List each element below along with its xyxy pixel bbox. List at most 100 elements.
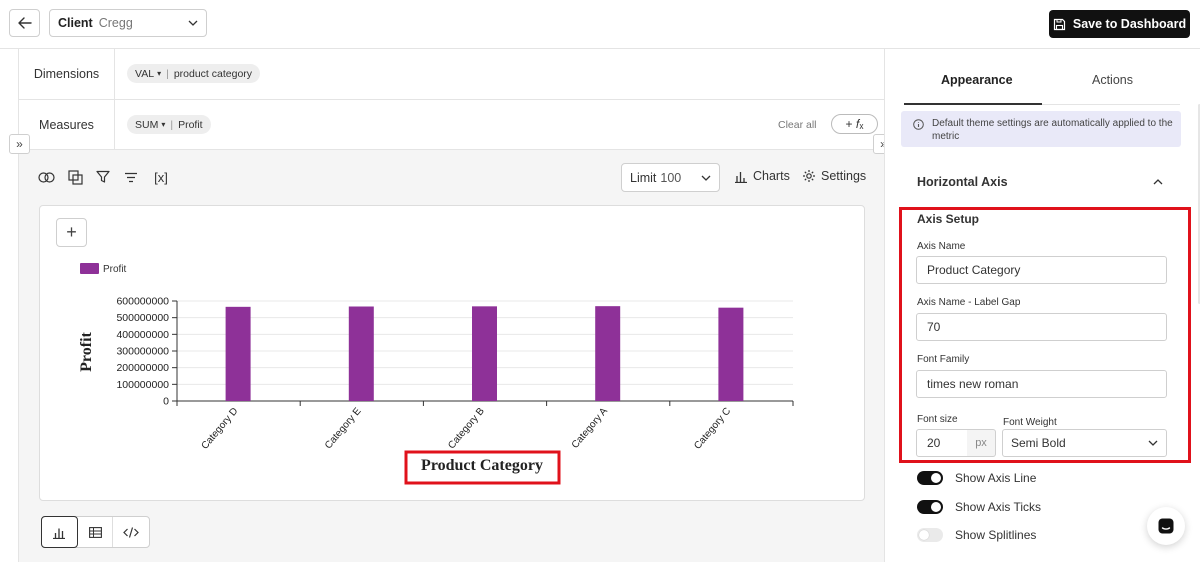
- toggle-show-splitlines[interactable]: Show Splitlines: [917, 528, 1036, 542]
- y-tick-label: 400000000: [116, 329, 169, 341]
- sort-icon[interactable]: [122, 169, 140, 185]
- bar-chart-icon: [53, 528, 66, 539]
- pill-separator: |: [170, 118, 174, 131]
- measure-field: Profit: [178, 118, 203, 131]
- y-tick-label: 0: [163, 396, 169, 408]
- clear-all-link[interactable]: Clear all: [778, 119, 817, 131]
- x-tick-label: Category B: [446, 406, 487, 452]
- font-family-input[interactable]: times new roman: [916, 370, 1167, 398]
- dimensions-label: Dimensions: [19, 49, 115, 99]
- font-family-label: Font Family: [917, 354, 970, 365]
- add-formula-button[interactable]: + 𝑓ₓ: [831, 114, 878, 134]
- font-weight-value: Semi Bold: [1011, 436, 1066, 450]
- axis-name-label: Axis Name: [917, 241, 966, 252]
- settings-label: Settings: [821, 169, 867, 183]
- info-text: Default theme settings are automatically…: [932, 118, 1173, 142]
- client-select[interactable]: Client Cregg: [49, 9, 207, 37]
- save-icon: [1053, 18, 1065, 30]
- chevron-down-icon: [1148, 440, 1158, 446]
- limit-select[interactable]: Limit 100: [621, 163, 720, 192]
- y-axis-title: Profit: [78, 331, 95, 371]
- toggle-label: Show Axis Line: [955, 471, 1037, 485]
- x-tick-label: Category C: [692, 406, 733, 452]
- font-size-input[interactable]: 20: [916, 429, 968, 457]
- toggle-switch[interactable]: [917, 500, 943, 514]
- label-gap-value: 70: [927, 320, 941, 334]
- chat-support-button[interactable]: [1147, 507, 1185, 545]
- bar: [348, 306, 374, 401]
- code-icon: [123, 526, 140, 538]
- font-family-value: times new roman: [927, 377, 1019, 391]
- measures-row: Measures SUM ▾ | Profit Clear all + 𝑓ₓ: [19, 100, 885, 150]
- join-icon[interactable]: [37, 169, 55, 185]
- toggle-show-axis-ticks[interactable]: Show Axis Ticks: [917, 500, 1041, 514]
- bar: [472, 306, 497, 401]
- axis-name-input[interactable]: Product Category: [916, 256, 1167, 284]
- caret-down-icon: ▾: [161, 120, 166, 129]
- caret-down-icon: ▾: [157, 69, 162, 78]
- chevron-up-icon[interactable]: [1153, 179, 1163, 185]
- view-toggle: [41, 516, 150, 548]
- active-tab-indicator: [904, 103, 1042, 105]
- bar: [225, 306, 251, 401]
- table-view-button[interactable]: [78, 517, 114, 547]
- font-weight-select[interactable]: Semi Bold: [1002, 429, 1167, 457]
- charts-button[interactable]: Charts: [734, 169, 790, 183]
- info-icon: [913, 119, 924, 130]
- settings-button[interactable]: Settings: [802, 169, 866, 183]
- dimensions-row: Dimensions VAL ▾ | product category: [19, 49, 885, 100]
- function-icon: + 𝑓ₓ: [845, 116, 864, 131]
- tab-actions[interactable]: Actions: [1092, 73, 1133, 87]
- label-gap-input[interactable]: 70: [916, 313, 1167, 341]
- y-tick-label: 500000000: [116, 312, 169, 324]
- settings-panel: Appearance Actions Default theme setting…: [884, 49, 1200, 562]
- save-label: Save to Dashboard: [1072, 17, 1187, 31]
- back-button[interactable]: [9, 9, 40, 37]
- info-banner: Default theme settings are automatically…: [901, 111, 1181, 147]
- toggle-label: Show Axis Ticks: [955, 500, 1042, 514]
- chart-workspace: [x] Limit 100 Charts Settings + Profit 60…: [19, 150, 885, 562]
- y-tick-label: 300000000: [116, 346, 169, 358]
- chat-icon: [1158, 518, 1174, 534]
- client-value: Cregg: [98, 16, 133, 30]
- filter-icon[interactable]: [94, 169, 112, 185]
- x-axis-title: Product Category: [421, 457, 543, 474]
- table-icon: [88, 526, 102, 538]
- top-bar: Client Cregg Save to Dashboard: [0, 0, 1200, 49]
- x-tick-label: Category D: [199, 406, 240, 452]
- bar-chart-icon: [735, 171, 747, 183]
- double-chevron-right-icon: »: [16, 137, 23, 151]
- section-title: Horizontal Axis: [917, 175, 1008, 189]
- copy-icon[interactable]: [66, 169, 84, 185]
- y-tick-label: 600000000: [116, 296, 169, 308]
- variables-icon[interactable]: [x]: [150, 169, 172, 185]
- chevron-down-icon: [701, 175, 711, 181]
- legend-label: Profit: [103, 264, 127, 275]
- chevron-down-icon: [188, 20, 198, 26]
- toggle-switch[interactable]: [917, 471, 943, 485]
- toggle-label: Show Splitlines: [955, 528, 1037, 542]
- dimension-pill[interactable]: VAL ▾ | product category: [127, 64, 261, 83]
- dimension-field: product category: [173, 67, 253, 80]
- toggle-switch[interactable]: [917, 528, 943, 542]
- font-size-label: Font size: [917, 414, 958, 425]
- font-size-unit: px: [967, 429, 996, 457]
- chart-view-button[interactable]: [41, 516, 78, 548]
- y-tick-label: 100000000: [116, 379, 169, 391]
- label-gap-label: Axis Name - Label Gap: [917, 297, 1021, 308]
- toggle-show-axis-line[interactable]: Show Axis Line: [917, 471, 1036, 485]
- tab-appearance[interactable]: Appearance: [941, 73, 1013, 87]
- measure-pill[interactable]: SUM ▾ | Profit: [127, 115, 211, 134]
- measures-label: Measures: [19, 100, 115, 149]
- bar-chart: Profit 600000000 500000000 400000000 3000000…: [78, 263, 794, 485]
- dimension-agg: VAL: [135, 67, 155, 80]
- y-tick-label: 200000000: [116, 362, 169, 374]
- arrow-left-icon: [17, 17, 32, 29]
- axis-setup-title: Axis Setup: [917, 212, 980, 226]
- expand-left-panel-button[interactable]: »: [9, 134, 30, 154]
- save-to-dashboard-button[interactable]: Save to Dashboard: [1049, 10, 1190, 38]
- charts-label: Charts: [753, 169, 790, 183]
- code-view-button[interactable]: [113, 517, 149, 547]
- x-tick-label: Category A: [570, 406, 610, 451]
- gear-icon: [803, 170, 815, 182]
